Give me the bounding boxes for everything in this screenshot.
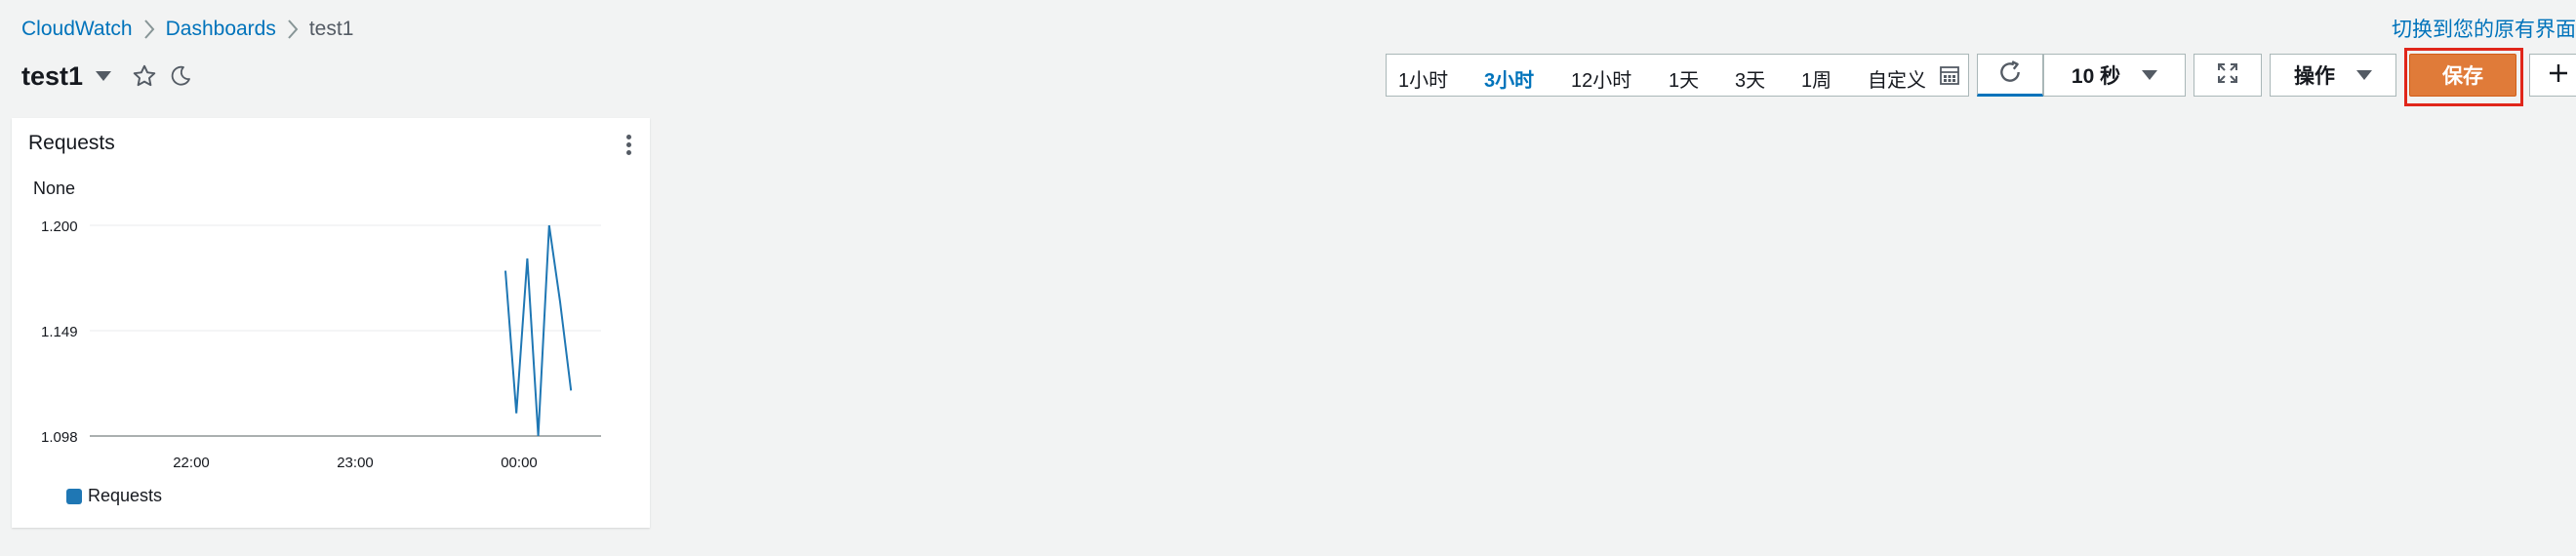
chevron-right-icon xyxy=(133,15,166,44)
star-icon[interactable] xyxy=(132,63,157,89)
add-widget-button[interactable] xyxy=(2529,54,2576,97)
caret-down-icon xyxy=(2142,63,2158,87)
plus-icon xyxy=(2547,61,2570,90)
time-range-selector: 1小时 3小时 12小时 1天 3天 1周 自定义 xyxy=(1386,54,1969,97)
line-chart: 1.200 1.149 1.098 22:00 23:00 00:00 xyxy=(41,218,601,471)
y-tick-label: 1.200 xyxy=(41,218,78,235)
time-option-3d[interactable]: 3天 xyxy=(1735,64,1765,93)
page-title: test1 xyxy=(21,60,84,91)
time-option-12h[interactable]: 12小时 xyxy=(1571,64,1631,93)
refresh-interval-dropdown[interactable]: 10 秒 xyxy=(2043,54,2186,97)
legend-swatch xyxy=(66,488,82,504)
actions-dropdown[interactable]: 操作 xyxy=(2270,54,2396,97)
switch-interface-link[interactable]: 切换到您的原有界面 xyxy=(2392,14,2576,43)
refresh-button[interactable] xyxy=(1977,54,2043,97)
calendar-icon[interactable] xyxy=(1939,64,1960,91)
breadcrumb-cloudwatch[interactable]: CloudWatch xyxy=(21,18,133,41)
y-tick-label: 1.098 xyxy=(41,429,78,446)
chevron-right-icon xyxy=(276,15,309,44)
dashboard-header: test1 xyxy=(21,59,192,94)
actions-label: 操作 xyxy=(2294,65,2335,88)
chart-legend[interactable]: Requests xyxy=(66,486,162,506)
moon-icon[interactable] xyxy=(169,64,192,88)
breadcrumb-current: test1 xyxy=(308,18,354,40)
caret-down-icon[interactable] xyxy=(95,69,112,83)
refresh-icon xyxy=(1997,60,2023,90)
refresh-group: 10 秒 xyxy=(1977,54,2186,97)
x-tick-label: 23:00 xyxy=(337,455,374,471)
requests-widget: Requests None 1.200 1.149 1.098 22:00 23:00 0… xyxy=(12,118,650,528)
fullscreen-icon xyxy=(2216,61,2239,90)
fullscreen-button[interactable] xyxy=(2194,54,2262,97)
x-tick-label: 22:00 xyxy=(173,455,210,471)
breadcrumb-dashboards[interactable]: Dashboards xyxy=(166,18,276,41)
save-label: 保存 xyxy=(2442,65,2483,88)
refresh-interval-label: 10 秒 xyxy=(2071,65,2121,88)
x-tick-label: 00:00 xyxy=(501,455,538,471)
time-option-1h[interactable]: 1小时 xyxy=(1398,64,1448,93)
time-option-1w[interactable]: 1周 xyxy=(1801,64,1831,93)
legend-label: Requests xyxy=(88,486,163,505)
time-option-1d[interactable]: 1天 xyxy=(1669,64,1699,93)
time-option-3h[interactable]: 3小时 xyxy=(1484,64,1534,93)
breadcrumb: CloudWatch Dashboards test1 xyxy=(21,14,353,45)
time-option-custom[interactable]: 自定义 xyxy=(1868,64,1926,93)
y-tick-label: 1.149 xyxy=(41,324,78,340)
save-button[interactable]: 保存 xyxy=(2409,54,2516,97)
caret-down-icon xyxy=(2356,63,2372,87)
